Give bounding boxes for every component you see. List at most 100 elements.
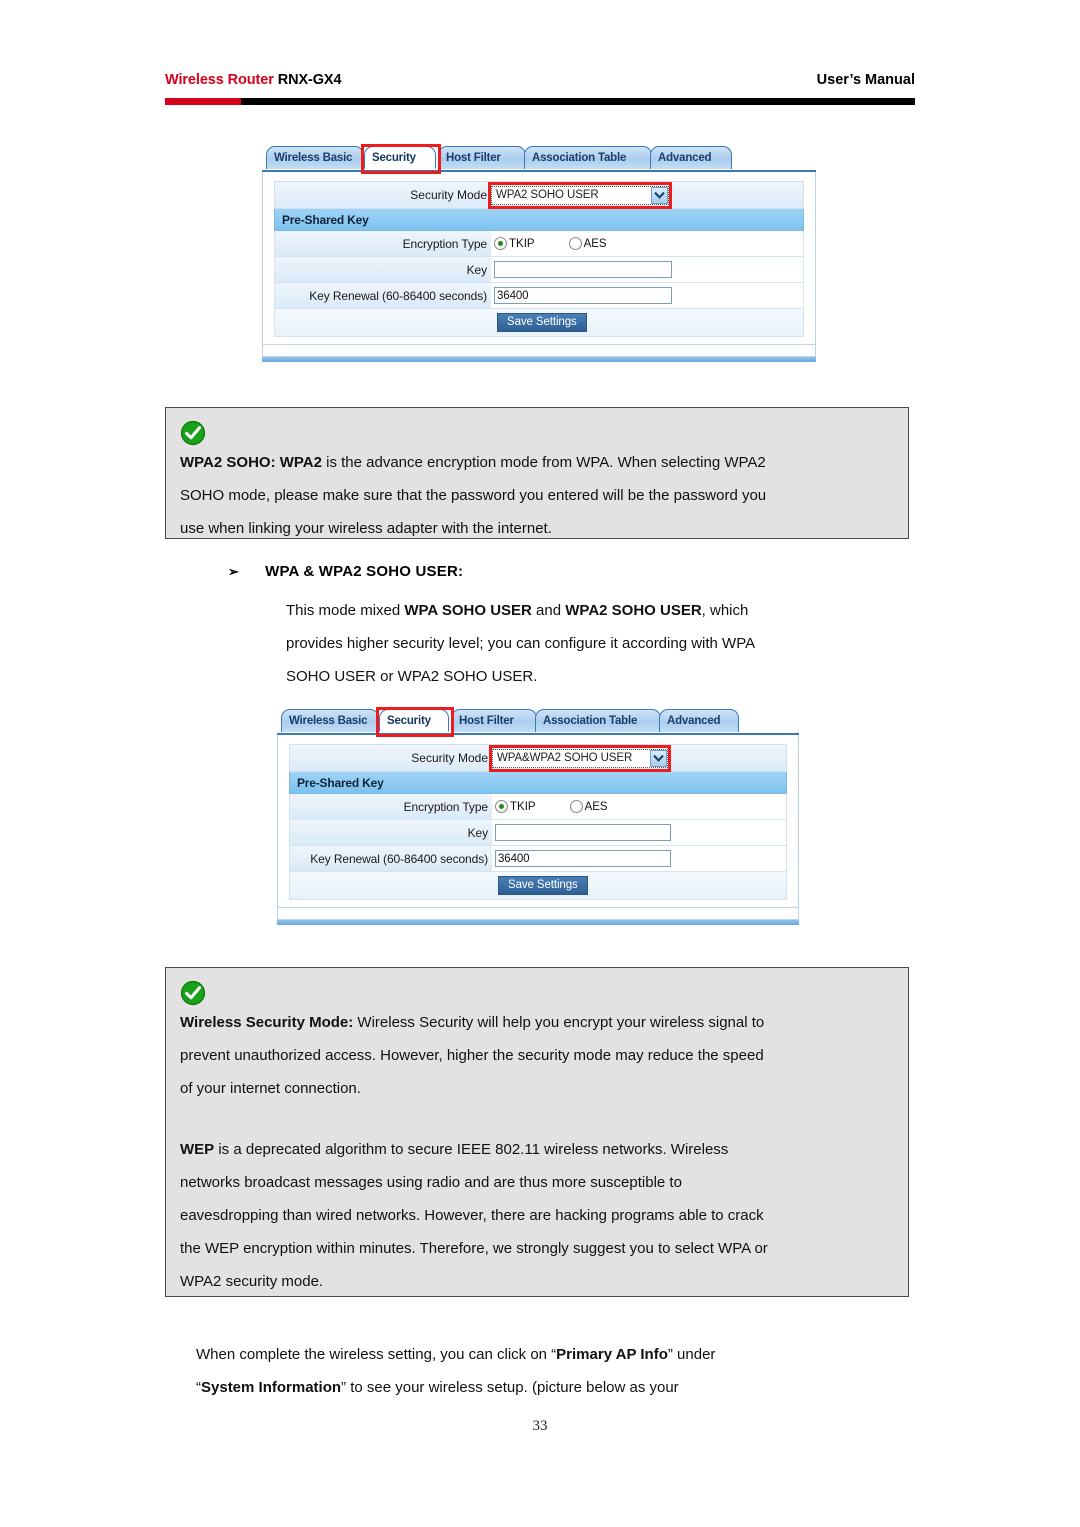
body-l1-d: WPA2 SOHO USER [565,602,702,619]
closing-l2-b: System Information [201,1379,342,1396]
section-body-line2: provides higher security level; you can … [286,635,756,652]
key-input-2[interactable] [495,824,671,841]
radio-dot-aes-icon[interactable] [568,237,582,250]
note2-p2-bold: WEP [180,1141,215,1158]
note2-p2-line5: WPA2 security mode. [180,1273,324,1290]
note2-p2-line1: WEP is a deprecated algorithm to secure … [180,1133,894,1166]
tabstrip-1: Wireless Basic Security Host Filter Asso… [262,144,816,174]
security-mode-label-2: Security Mode [411,751,488,765]
tab-association-table[interactable]: Association Table [524,146,652,169]
header-rule [165,98,915,105]
key-renewal-row-2: Key Renewal (60-86400 seconds) 36400 [289,846,787,872]
note2-p1-l1: Wireless Security will help you encrypt … [353,1014,765,1031]
key-renewal-label-2: Key Renewal (60-86400 seconds) [290,846,492,871]
section-body-line3: SOHO USER or WPA2 SOHO USER. [286,668,538,685]
note2-p2-l1: is a deprecated algorithm to secure IEEE… [214,1141,729,1158]
radio-aes-label-1: AES [583,238,607,250]
closing-line1: When complete the wireless setting, you … [196,1338,916,1371]
green-check-icon [180,420,206,446]
security-mode-value-1: WPA2 SOHO USER [496,189,599,201]
note-box-wireless-security-mode: Wireless Security Mode: Wireless Securit… [165,967,909,1297]
key-row-2: Key [289,820,787,846]
tab-association-table-2[interactable]: Association Table [535,709,661,732]
note-box-wpa2-soho: WPA2 SOHO: WPA2 is the advance encryptio… [165,407,909,539]
key-renewal-input-1[interactable]: 36400 [494,287,672,304]
security-mode-row-2: Security Mode WPA&WPA2 SOHO USER [289,744,787,772]
security-form-1: Security Mode WPA2 SOHO USER Pre-Shared … [262,172,816,345]
key-label-2: Key [290,820,492,845]
radio-dot-aes-icon[interactable] [569,800,583,813]
bullet-arrow-icon: ➢ [228,564,240,579]
panel-bottom-bar-2 [277,920,799,925]
security-form-2: Security Mode WPA&WPA2 SOHO USER Pre-Sha… [277,735,799,908]
router-ui-screenshot-1: Wireless Basic Security Host Filter Asso… [262,144,816,362]
chevron-down-icon[interactable] [651,186,668,204]
tab-wireless-basic[interactable]: Wireless Basic [266,146,364,169]
radio-dot-tkip-icon[interactable] [494,237,507,250]
closing-l1-b: Primary AP Info [556,1346,668,1363]
radio-aes-2[interactable]: AES [569,800,608,813]
security-mode-select-1[interactable]: WPA2 SOHO USER [488,181,672,209]
save-settings-button-1[interactable]: Save Settings [497,313,587,332]
radio-aes-1[interactable]: AES [568,237,607,250]
tab-host-filter[interactable]: Host Filter [438,146,526,169]
security-mode-value-2: WPA&WPA2 SOHO USER [497,752,633,764]
pre-shared-key-header-2: Pre-Shared Key [289,772,787,794]
note1-line1-rest: is the advance encryption mode from WPA.… [321,454,766,471]
key-field-wrap-2 [492,820,786,845]
key-label-1: Key [275,257,491,282]
key-input-1[interactable] [494,261,672,278]
note2-p1-line2: prevent unauthorized access. However, hi… [180,1047,764,1064]
header-model: RNX-GX4 [277,72,342,88]
tabstrip-2: Wireless Basic Security Host Filter Asso… [277,707,799,737]
tab-advanced[interactable]: Advanced [650,146,732,169]
key-row-1: Key [274,257,804,283]
panel-footer-1 [262,345,816,357]
key-renewal-field-wrap-1: 36400 [491,283,803,308]
section-body-line1: This mode mixed WPA SOHO USER and WPA2 S… [286,594,926,627]
save-row-2: Save Settings [289,872,787,900]
encryption-type-label-2: Encryption Type [290,794,492,819]
section-heading-text: WPA & WPA2 SOHO USER: [265,563,464,580]
encryption-type-row-1: Encryption Type TKIP AES [274,231,804,257]
body-l1-e: , which [701,602,749,619]
security-mode-row-1: Security Mode WPA2 SOHO USER [274,181,804,209]
closing-l2-c: ” to see your wireless setup. (picture b… [341,1379,679,1396]
note2-p2-line2: networks broadcast messages using radio … [180,1174,682,1191]
note2-p2-line4: the WEP encryption within minutes. There… [180,1240,768,1257]
green-check-icon [180,980,206,1006]
closing-l1-a: When complete the wireless setting, you … [196,1346,557,1363]
radio-tkip-1[interactable]: TKIP [494,237,535,250]
chevron-down-icon[interactable] [650,749,667,767]
security-mode-label-1: Security Mode [410,188,487,202]
encryption-type-options-1: TKIP AES [491,231,803,256]
body-l1-b: WPA SOHO USER [404,602,532,619]
header-brand: Wireless Router [165,72,274,88]
note1-line2: SOHO mode, please make sure that the pas… [180,487,767,504]
key-renewal-input-2[interactable]: 36400 [495,850,671,867]
encryption-type-label-1: Encryption Type [275,231,491,256]
radio-tkip-label-1: TKIP [509,238,535,250]
tab-wireless-basic-2[interactable]: Wireless Basic [281,709,379,732]
tab-advanced-2[interactable]: Advanced [659,709,739,732]
closing-line2: “System Information” to see your wireles… [196,1371,916,1404]
tab-security-2[interactable]: Security [379,709,449,732]
pre-shared-key-header-1: Pre-Shared Key [274,209,804,231]
security-mode-select-2[interactable]: WPA&WPA2 SOHO USER [489,744,671,772]
note1-line3: use when linking your wireless adapter w… [180,520,552,537]
radio-dot-tkip-icon[interactable] [495,800,508,813]
note2-p1-bold: Wireless Security Mode: [180,1014,354,1031]
encryption-type-options-2: TKIP AES [492,794,786,819]
radio-tkip-label-2: TKIP [510,801,536,813]
tab-security[interactable]: Security [364,146,436,169]
key-field-wrap-1 [491,257,803,282]
key-renewal-field-wrap-2: 36400 [492,846,786,871]
panel-bottom-bar-1 [262,357,816,362]
note2-p1-line1: Wireless Security Mode: Wireless Securit… [180,1006,894,1039]
page-header: Wireless Router RNX-GX4 User’s Manual [165,72,915,106]
tab-host-filter-2[interactable]: Host Filter [451,709,537,732]
note2-p1-line3: of your internet connection. [180,1080,361,1097]
key-renewal-row-1: Key Renewal (60-86400 seconds) 36400 [274,283,804,309]
radio-tkip-2[interactable]: TKIP [495,800,536,813]
save-settings-button-2[interactable]: Save Settings [498,876,588,895]
